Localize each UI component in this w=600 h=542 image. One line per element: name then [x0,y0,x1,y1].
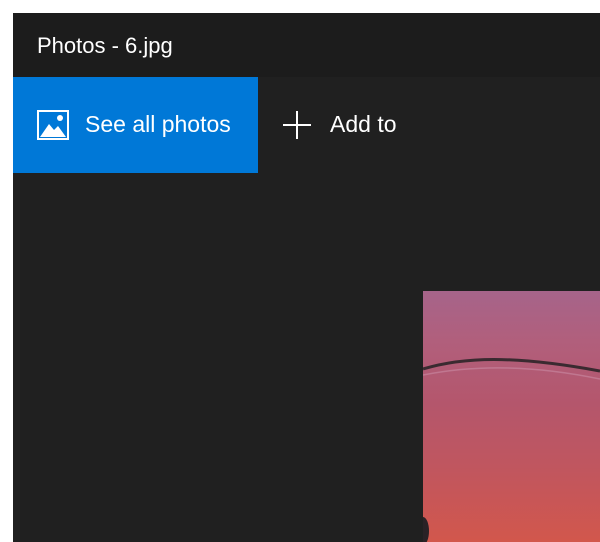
photo-icon [37,110,69,140]
photos-app-window: Photos - 6.jpg See all photos Add to [13,13,600,542]
add-to-button[interactable]: Add to [268,77,438,173]
photo-detail [423,358,600,542]
add-to-label: Add to [330,111,397,137]
window-title: Photos - 6.jpg [37,33,173,58]
photo-image[interactable] [423,291,600,542]
see-all-photos-label: See all photos [85,111,231,137]
title-bar: Photos - 6.jpg [13,13,600,77]
toolbar: See all photos Add to [13,77,600,173]
photo-viewer-canvas[interactable] [13,173,600,542]
see-all-photos-button[interactable]: See all photos [13,77,258,173]
plus-icon [283,111,311,139]
